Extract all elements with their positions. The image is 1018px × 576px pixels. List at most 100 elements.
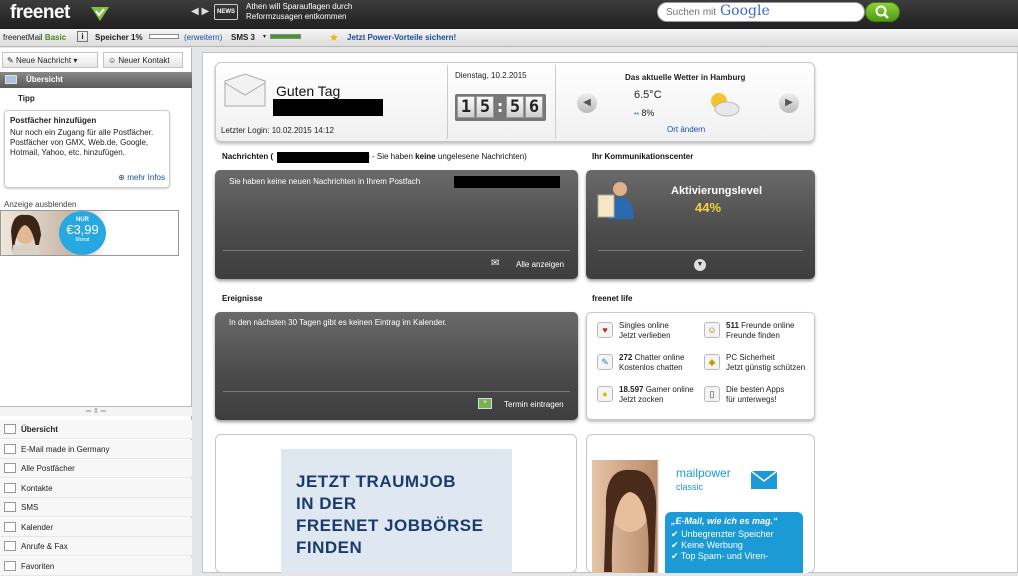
- clock-digit: 6: [525, 96, 543, 118]
- overview-header[interactable]: Übersicht: [0, 72, 192, 88]
- chevron-down-icon[interactable]: ▾: [73, 56, 77, 65]
- storage-label: Speicher 1%: [95, 33, 143, 42]
- check-icon: ✔: [671, 551, 679, 561]
- sms-bar: [270, 34, 301, 39]
- sidebar-item-6[interactable]: Kalender: [0, 517, 192, 537]
- tip-more-link[interactable]: mehr Infos: [127, 173, 165, 182]
- contacts-icon: [4, 482, 16, 493]
- game-icon: ●: [597, 386, 613, 402]
- comm-center-panel: Aktivierungslevel 44% ▼: [586, 170, 815, 279]
- sidebar-item-7[interactable]: Anrufe & Fax: [0, 537, 192, 556]
- hide-ad-link[interactable]: Anzeige ausblenden: [4, 200, 77, 209]
- ad-bullet: ✔ Unbegrenzter Speicher: [671, 529, 774, 539]
- divider: [223, 250, 570, 251]
- last-login: Letzter Login: 10.02.2015 14:12: [221, 126, 334, 135]
- weather-prev-button[interactable]: ◀: [577, 93, 597, 113]
- change-location-link[interactable]: Ort ändern: [667, 125, 705, 134]
- sidebar-item-5[interactable]: SMS: [0, 498, 192, 517]
- clock: 15:56: [455, 94, 546, 121]
- chat-icon: ✎: [597, 354, 613, 370]
- germany-flag-icon: [4, 443, 16, 454]
- sidebar-item-label: E-Mail made in Germany: [21, 444, 110, 454]
- overview-icon: [4, 424, 16, 434]
- chevron-down-icon[interactable]: ▾: [263, 33, 266, 40]
- news-prev-next-icon[interactable]: ◀ ▶: [191, 6, 209, 17]
- search-input[interactable]: [657, 2, 865, 22]
- new-contact-button[interactable]: ☺ Neuer Kontakt: [103, 52, 183, 68]
- sidebar-resize-handle[interactable]: ═ ⇕ ═: [0, 406, 192, 416]
- shield-icon: ◆: [704, 354, 720, 370]
- messages-body: Sie haben keine neuen Nachrichten in Ihr…: [229, 177, 421, 186]
- show-all-link[interactable]: Alle anzeigen: [516, 260, 564, 269]
- weather-next-button[interactable]: ▶: [779, 93, 799, 113]
- envelope-icon: [224, 73, 266, 107]
- freenet-life-title: freenet life: [592, 294, 633, 303]
- news-headline[interactable]: Athen will Sparauflagen durch Reformzusa…: [246, 2, 386, 22]
- events-panel: In den nächsten 30 Tagen gibt es keinen …: [215, 312, 578, 420]
- comm-center-title: Ihr Kommunikationscenter: [592, 152, 694, 161]
- mail-stack-icon: ✉: [491, 258, 500, 269]
- ad-woman-photo: [604, 469, 657, 572]
- partly-cloudy-icon: [711, 93, 740, 117]
- status-bar: freenetMail Basic i Speicher 1% (erweite…: [0, 29, 1018, 47]
- calendar-icon: [4, 521, 16, 532]
- messages-title: Nachrichten () - Sie haben keine ungeles…: [222, 152, 527, 161]
- weather-title: Das aktuelle Wetter in Hamburg: [625, 73, 746, 82]
- heart-icon: ♥: [597, 322, 613, 338]
- divider: [555, 65, 556, 139]
- clock-digit: 5: [506, 96, 524, 118]
- sidebar-item-label: Alle Postfächer: [21, 464, 75, 473]
- greeting-title: Guten Tag: [276, 83, 341, 99]
- search-button[interactable]: [865, 2, 900, 22]
- job-ad-banner[interactable]: JETZT TRAUMJOB IN DER FREENET JOBBÖRSE F…: [281, 449, 512, 573]
- events-title: Ereignisse: [222, 294, 263, 303]
- freenet-life-panel: ♥ Singles online Jetzt verlieben ☺ 511 Freu…: [586, 312, 815, 420]
- sidebar-item-label: SMS: [21, 503, 39, 512]
- sidebar-item-label: Kalender: [21, 522, 54, 532]
- price-badge[interactable]: NUR €3,99 Monat: [59, 211, 106, 255]
- sidebar-item-3[interactable]: Alle Postfächer: [0, 459, 192, 478]
- mailpower-slogan: „E-Mail, wie ich es mag.“: [671, 516, 778, 526]
- info-icon[interactable]: i: [77, 31, 88, 42]
- mail-icon: [4, 463, 16, 473]
- phone-icon: [4, 502, 16, 512]
- activation-level-value: 44%: [695, 200, 722, 215]
- storage-expand-link[interactable]: (erweitern): [184, 33, 222, 42]
- sidebar-item-1[interactable]: Übersicht: [0, 420, 192, 439]
- sidebar-item-label: Kontakte: [21, 483, 53, 493]
- star-icon: ★: [329, 32, 339, 44]
- plus-circle-icon: ⊕: [118, 173, 125, 182]
- account-name: freenetMail Basic: [3, 33, 67, 42]
- ad-woman-photo: [11, 214, 41, 255]
- sidebar-item-2[interactable]: E-Mail made in Germany: [0, 439, 192, 459]
- sidebar-item-4[interactable]: Kontakte: [0, 478, 192, 498]
- greeting-widget: Guten Tag Letzter Login: 10.02.2015 14:1…: [215, 62, 815, 142]
- freenet-logo[interactable]: freenet: [10, 2, 70, 24]
- clock-digit: 1: [457, 96, 475, 118]
- expand-down-icon[interactable]: ▼: [694, 259, 706, 271]
- star-icon: [4, 560, 16, 571]
- add-entry-link[interactable]: Termin eintragen: [504, 400, 564, 409]
- check-icon: ✔: [671, 540, 679, 550]
- power-promo-link[interactable]: Jetzt Power-Vorteile sichern!: [347, 33, 456, 42]
- job-ad-line: FREENET JOBBÖRSE: [296, 516, 484, 535]
- events-body: In den nächsten 30 Tagen gibt es keinen …: [229, 318, 447, 327]
- clock-digit: 5: [476, 96, 494, 118]
- search-icon: [875, 5, 889, 19]
- sidebar: ✎ Neue Nachricht ▾ ☺ Neuer Kontakt Übers…: [0, 48, 192, 576]
- sms-dropdown[interactable]: SMS 3: [231, 33, 255, 42]
- rain-chance: •• 8%: [634, 108, 655, 118]
- fax-icon: [4, 541, 16, 551]
- activation-level-label: Aktivierungslevel: [671, 185, 763, 197]
- ad-bullet: ✔ Keine Werbung: [671, 540, 743, 550]
- temperature: 6.5°C: [634, 89, 662, 101]
- new-message-button[interactable]: ✎ Neue Nachricht ▾: [2, 52, 98, 68]
- mailpower-logo: mailpower classic: [662, 462, 780, 502]
- job-ad-line: JETZT TRAUMJOB: [296, 472, 456, 491]
- logo-checkmark-icon: [91, 7, 109, 21]
- news-badge: NEWS: [214, 4, 238, 20]
- tip-title: Postfächer hinzufügen: [10, 116, 97, 125]
- mailpower-brand: mailpower: [676, 466, 731, 480]
- storage-bar: [149, 34, 179, 39]
- compose-icon: ✎: [7, 56, 14, 65]
